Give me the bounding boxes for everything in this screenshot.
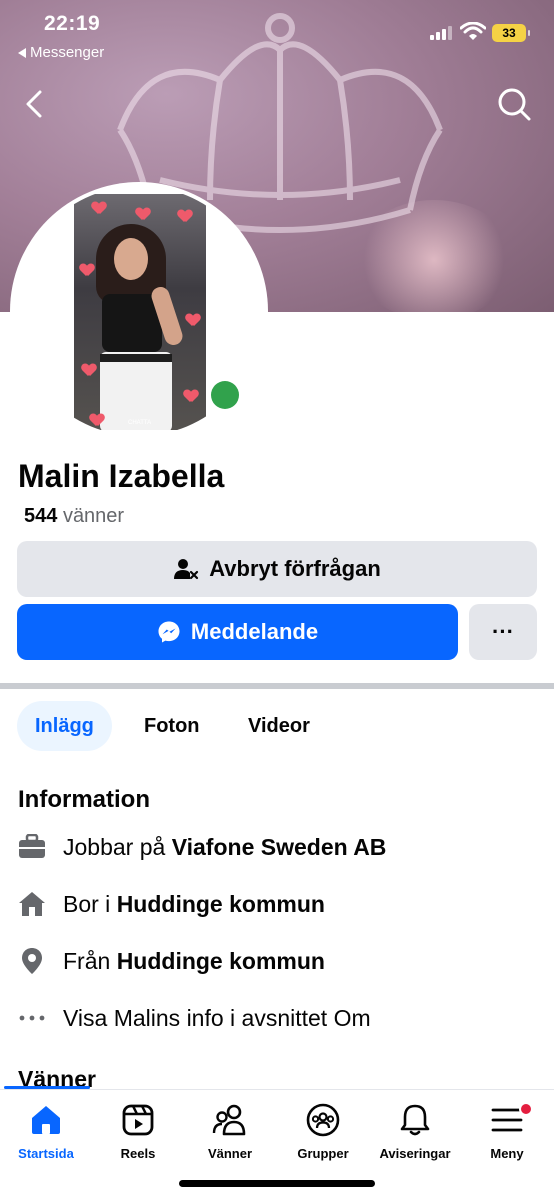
more-dots-icon (18, 1004, 46, 1032)
cellular-signal-icon (430, 24, 452, 40)
info-row-from: Från Huddinge kommun (18, 946, 325, 976)
search-icon[interactable] (494, 84, 534, 124)
info-row-see-about[interactable]: Visa Malins info i avsnittet Om (18, 1003, 371, 1033)
tab-videos[interactable]: Videor (230, 701, 328, 751)
photo-watermark: CHATTA (128, 420, 152, 426)
profile-name: Malin Izabella (18, 458, 225, 494)
bell-icon (397, 1102, 433, 1138)
friends-icon (212, 1102, 248, 1138)
nav-friends-label: Vänner (207, 1146, 253, 1161)
see-about-label: Visa Malins info i avsnittet Om (63, 1004, 371, 1031)
briefcase-icon (18, 833, 46, 861)
menu-notification-badge (519, 1102, 533, 1116)
nav-home[interactable]: Startsida (0, 1102, 92, 1172)
section-divider (0, 683, 554, 689)
nav-groups[interactable]: Grupper (277, 1102, 369, 1172)
nav-reels-label: Reels (120, 1146, 156, 1161)
tab-posts[interactable]: Inlägg (17, 701, 112, 751)
home-indicator (179, 1180, 375, 1187)
info-row-work: Jobbar på Viafone Sweden AB (18, 832, 386, 862)
online-status-dot (206, 376, 244, 414)
home-icon (28, 1102, 64, 1138)
nav-reels[interactable]: Reels (92, 1102, 184, 1172)
nav-menu-label: Meny (490, 1146, 524, 1161)
nav-home-label: Startsida (18, 1146, 74, 1161)
friends-count-number: 544 (24, 505, 58, 527)
more-dots-icon: ··· (492, 619, 514, 644)
from-value[interactable]: Huddinge kommun (117, 948, 325, 975)
location-pin-icon (18, 947, 46, 975)
friends-count-label: vänner (62, 505, 125, 527)
cancel-friend-request-icon (174, 559, 199, 580)
back-arrow-icon[interactable] (18, 86, 52, 122)
back-triangle-icon (18, 47, 26, 58)
nav-friends[interactable]: Vänner (184, 1102, 276, 1172)
information-heading: Information (18, 786, 150, 813)
back-app-label: Messenger (30, 44, 105, 61)
tab-photos[interactable]: Foton (126, 701, 218, 751)
battery-indicator: 33 (492, 24, 530, 42)
nav-menu[interactable]: Meny (461, 1102, 553, 1172)
message-label: Meddelande (190, 619, 319, 644)
profile-photo: CHATTA (74, 194, 206, 430)
status-time: 22:19 (44, 12, 101, 35)
cancel-request-button[interactable]: Avbryt förfrågan (17, 541, 537, 597)
lives-in-value[interactable]: Huddinge kommun (117, 891, 325, 918)
wifi-icon (460, 22, 486, 40)
nav-notifications[interactable]: Aviseringar (369, 1102, 461, 1172)
groups-icon (305, 1102, 341, 1138)
more-options-button[interactable]: ··· (469, 604, 537, 660)
nav-notifications-label: Aviseringar (379, 1146, 451, 1161)
home-icon (18, 890, 46, 918)
workplace-value[interactable]: Viafone Sweden AB (172, 834, 387, 861)
info-row-lives-in: Bor i Huddinge kommun (18, 889, 325, 919)
nav-groups-label: Grupper (297, 1146, 349, 1161)
message-button[interactable]: Meddelande (17, 604, 458, 660)
messenger-icon (158, 621, 180, 643)
cancel-request-label: Avbryt förfrågan (209, 556, 381, 581)
friends-count[interactable]: 544 vänner (24, 505, 124, 528)
reels-icon (120, 1102, 156, 1138)
back-to-messenger-link[interactable]: Messenger (18, 44, 104, 61)
status-bar: 22:19 Messenger 33 (0, 0, 554, 70)
